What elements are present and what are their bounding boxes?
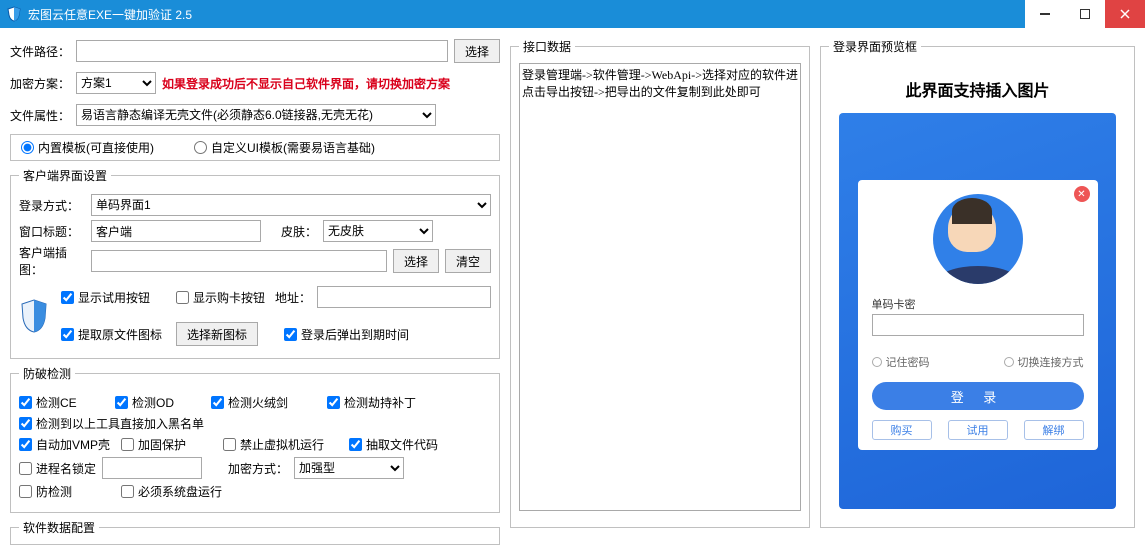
file-path-input[interactable]	[76, 40, 448, 62]
data-cfg-legend: 软件数据配置	[19, 519, 99, 536]
blacklist-checkbox[interactable]: 检测到以上工具直接加入黑名单	[19, 415, 204, 432]
show-buy-checkbox[interactable]: 显示购卡按钮	[176, 289, 265, 306]
encrypt-label: 加密方案：	[10, 75, 70, 92]
preview-legend: 登录界面预览框	[829, 38, 921, 55]
encrypt-select[interactable]: 方案1	[76, 72, 156, 94]
trial-button[interactable]: 试用	[948, 420, 1008, 440]
file-attr-label: 文件属性：	[10, 107, 70, 124]
card-key-label: 单码卡密	[872, 296, 1084, 312]
close-button[interactable]	[1105, 0, 1145, 28]
login-panel: ✕ 单码卡密 记住密码 切换连接方式	[858, 180, 1098, 450]
choose-icon-button[interactable]: 选择新图标	[176, 322, 258, 346]
window-title-label: 窗口标题：	[19, 223, 85, 240]
enc-mode-select[interactable]: 加强型	[294, 457, 404, 479]
file-attr-select[interactable]: 易语言静态编译无壳文件(必须静态6.0链接器,无壳无花)	[76, 104, 436, 126]
require-sysdisk-checkbox[interactable]: 必须系统盘运行	[121, 483, 222, 500]
login-button[interactable]: 登 录	[872, 382, 1084, 410]
switch-connection-option[interactable]: 切换连接方式	[1004, 354, 1084, 370]
banner-select-button[interactable]: 选择	[393, 249, 439, 273]
no-vm-checkbox[interactable]: 禁止虚拟机运行	[223, 436, 343, 453]
buy-button[interactable]: 购买	[872, 420, 932, 440]
template-custom-radio[interactable]: 自定义UI模板(需要易语言基础)	[194, 139, 375, 156]
preview-card: ✕ 单码卡密 记住密码 切换连接方式	[839, 113, 1116, 509]
api-legend: 接口数据	[519, 38, 575, 55]
api-textarea[interactable]: 登录管理端->软件管理->WebApi->选择对应的软件进点击导出按钮->把导出…	[520, 64, 800, 504]
avatar	[933, 194, 1023, 284]
minimize-button[interactable]	[1025, 0, 1065, 28]
skin-label: 皮肤：	[281, 223, 317, 240]
banner-label: 客户端插图：	[19, 244, 85, 278]
enc-mode-label: 加密方式：	[228, 460, 288, 477]
unbind-button[interactable]: 解绑	[1024, 420, 1084, 440]
shield-icon	[19, 298, 49, 334]
app-icon	[6, 6, 22, 22]
card-key-input[interactable]	[872, 314, 1084, 336]
proc-lock-checkbox[interactable]: 进程名锁定	[19, 460, 96, 477]
window-title: 宏图云任意EXE一键加验证 2.5	[28, 6, 1025, 23]
popup-after-login-checkbox[interactable]: 登录后弹出到期时间	[284, 326, 409, 343]
window-title-input[interactable]	[91, 220, 261, 242]
anti-detect-checkbox[interactable]: 防检测	[19, 483, 115, 500]
auto-vmp-checkbox[interactable]: 自动加VMP壳	[19, 436, 115, 453]
extract-code-checkbox[interactable]: 抽取文件代码	[349, 436, 438, 453]
buy-addr-input[interactable]	[317, 286, 491, 308]
encrypt-warning: 如果登录成功后不显示自己软件界面，请切换加密方案	[162, 75, 450, 92]
file-path-label: 文件路径：	[10, 43, 70, 60]
show-trial-checkbox[interactable]: 显示试用按钮	[61, 289, 150, 306]
buy-addr-label: 地址：	[275, 289, 311, 306]
anticrack-legend: 防破检测	[19, 365, 75, 382]
remember-password-option[interactable]: 记住密码	[872, 354, 930, 370]
login-mode-select[interactable]: 单码界面1	[91, 194, 491, 216]
detect-od-checkbox[interactable]: 检测OD	[115, 394, 205, 411]
banner-clear-button[interactable]: 清空	[445, 249, 491, 273]
harden-checkbox[interactable]: 加固保护	[121, 436, 217, 453]
skin-select[interactable]: 无皮肤	[323, 220, 433, 242]
detect-ce-checkbox[interactable]: 检测CE	[19, 394, 109, 411]
maximize-button[interactable]	[1065, 0, 1105, 28]
client-ui-legend: 客户端界面设置	[19, 167, 111, 184]
detect-hijack-checkbox[interactable]: 检测劫持补丁	[327, 394, 416, 411]
file-path-select-button[interactable]: 选择	[454, 39, 500, 63]
detect-huorong-checkbox[interactable]: 检测火绒剑	[211, 394, 321, 411]
preview-title: 此界面支持插入图片	[829, 63, 1126, 113]
extract-icon-checkbox[interactable]: 提取原文件图标	[61, 326, 162, 343]
proc-lock-input[interactable]	[102, 457, 202, 479]
login-mode-label: 登录方式：	[19, 197, 85, 214]
banner-input[interactable]	[91, 250, 387, 272]
template-builtin-radio[interactable]: 内置模板(可直接使用)	[21, 139, 154, 156]
close-icon[interactable]: ✕	[1074, 186, 1090, 202]
